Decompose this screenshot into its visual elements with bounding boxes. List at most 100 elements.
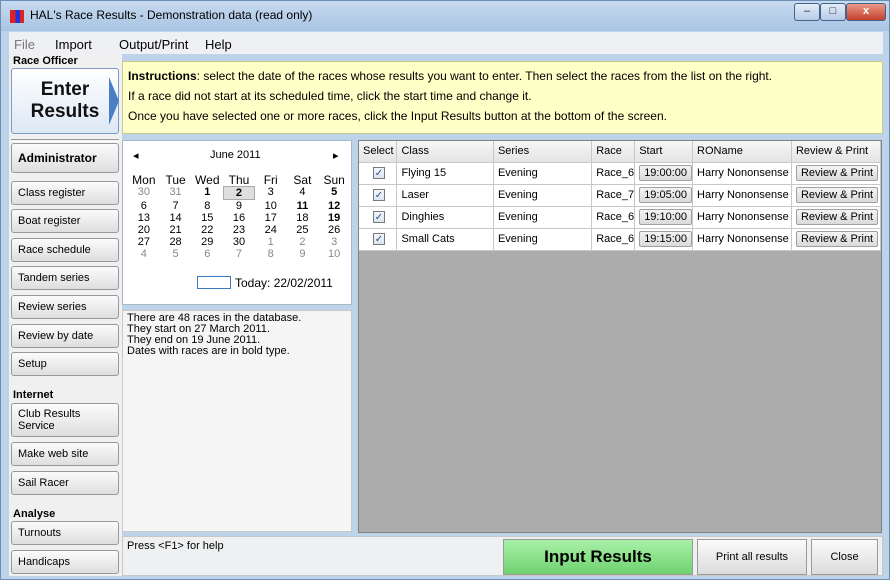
calendar-day[interactable]: 20 [128,224,160,236]
calendar-day[interactable]: 8 [191,200,223,212]
review-print-button[interactable]: Review & Print [795,231,879,247]
today-label[interactable]: Today: 22/02/2011 [235,276,333,290]
maximize-button[interactable]: □ [820,3,846,21]
class-cell: Dinghies [396,206,494,229]
col-select[interactable]: Select [359,141,398,163]
calendar-day[interactable]: 10 [255,200,287,212]
table-row[interactable]: ✓ Small Cats Evening Race_6 19:15:00 Har… [359,228,882,251]
calendar-day[interactable]: 13 [128,212,160,224]
boat-register-button[interactable]: Boat register [11,209,119,233]
calendar-day-selected[interactable]: 2 [223,186,255,200]
next-month-icon[interactable]: ▸ [333,149,339,162]
sail-racer-button[interactable]: Sail Racer [11,471,119,495]
review-series-button[interactable]: Review series [11,295,119,319]
start-time-button[interactable]: 19:15:00 [639,231,693,247]
calendar-day[interactable]: 31 [160,186,192,200]
menu-import[interactable]: Import [55,37,92,52]
calendar-day[interactable]: 8 [255,248,287,260]
calendar-day[interactable]: 22 [191,224,223,236]
weekday-label: Thu [228,173,250,187]
race-schedule-button[interactable]: Race schedule [11,238,119,262]
col-start[interactable]: Start [634,141,694,163]
month-calendar[interactable]: ◂ June 2011 ▸ Mon Tue Wed Thu Fri Sat Su… [122,140,352,305]
minimize-button[interactable]: – [794,3,820,21]
help-hint: Press <F1> for help [127,540,224,552]
calendar-day[interactable]: 16 [223,212,255,224]
calendar-day[interactable]: 10 [318,248,350,260]
calendar-day[interactable]: 23 [223,224,255,236]
menu-file[interactable]: File [14,37,35,52]
calendar-day[interactable]: 4 [128,248,160,260]
select-checkbox[interactable]: ✓ [373,189,385,201]
start-time-button[interactable]: 19:00:00 [639,165,693,181]
calendar-day[interactable]: 27 [128,236,160,248]
review-print-button[interactable]: Review & Print [795,209,879,225]
handicaps-button[interactable]: Handicaps [11,550,119,574]
turnouts-button[interactable]: Turnouts [11,521,119,545]
calendar-day[interactable]: 11 [287,200,319,212]
race-cell: Race_7 [591,184,636,207]
prev-month-icon[interactable]: ◂ [133,149,139,162]
calendar-day[interactable]: 14 [160,212,192,224]
calendar-day[interactable]: 6 [128,200,160,212]
tandem-series-button[interactable]: Tandem series [11,266,119,290]
calendar-day[interactable]: 9 [287,248,319,260]
table-row[interactable]: ✓ Flying 15 Evening Race_6 19:00:00 Harr… [359,162,882,185]
calendar-day[interactable]: 1 [255,236,287,248]
select-checkbox[interactable]: ✓ [373,167,385,179]
calendar-day[interactable]: 12 [318,200,350,212]
calendar-day[interactable]: 19 [318,212,350,224]
enter-results-button[interactable]: Enter Results [11,68,119,134]
close-window-button[interactable]: x [846,3,886,21]
info-line: Dates with races are in bold type. [127,345,290,357]
calendar-day[interactable]: 2 [287,236,319,248]
review-by-date-button[interactable]: Review by date [11,324,119,348]
calendar-day[interactable]: 5 [318,186,350,200]
start-time-button[interactable]: 19:05:00 [639,187,693,203]
calendar-day[interactable]: 5 [160,248,192,260]
table-row[interactable]: ✓ Dinghies Evening Race_6 19:10:00 Harry… [359,206,882,229]
menu-help[interactable]: Help [205,37,232,52]
review-print-button[interactable]: Review & Print [795,187,879,203]
calendar-day[interactable]: 3 [255,186,287,200]
col-series[interactable]: Series [493,141,593,163]
review-print-button[interactable]: Review & Print [795,165,879,181]
weekday-label: Sat [293,173,312,187]
administrator-button[interactable]: Administrator [11,143,119,173]
calendar-day[interactable]: 26 [318,224,350,236]
calendar-day[interactable]: 7 [160,200,192,212]
calendar-day[interactable]: 30 [223,236,255,248]
calendar-day[interactable]: 25 [287,224,319,236]
calendar-day[interactable]: 15 [191,212,223,224]
calendar-day[interactable]: 18 [287,212,319,224]
calendar-day[interactable]: 3 [318,236,350,248]
instructions-line-2: If a race did not start at its scheduled… [128,89,532,103]
calendar-day[interactable]: 1 [191,186,223,200]
select-checkbox[interactable]: ✓ [373,211,385,223]
setup-button[interactable]: Setup [11,352,119,376]
print-all-results-button[interactable]: Print all results [697,539,807,575]
select-checkbox[interactable]: ✓ [373,233,385,245]
menu-output-print[interactable]: Output/Print [119,37,188,52]
col-review-print[interactable]: Review & Print [791,141,882,163]
calendar-day[interactable]: 17 [255,212,287,224]
calendar-day[interactable]: 4 [287,186,319,200]
calendar-day[interactable]: 24 [255,224,287,236]
make-web-site-button[interactable]: Make web site [11,442,119,466]
col-class[interactable]: Class [396,141,494,163]
start-time-button[interactable]: 19:10:00 [639,209,693,225]
table-row[interactable]: ✓ Laser Evening Race_7 19:05:00 Harry No… [359,184,882,207]
calendar-day[interactable]: 9 [223,200,255,212]
calendar-day[interactable]: 30 [128,186,160,200]
calendar-day[interactable]: 29 [191,236,223,248]
calendar-day[interactable]: 6 [191,248,223,260]
club-results-service-button[interactable]: Club Results Service [11,403,119,437]
col-roname[interactable]: ROName [692,141,792,163]
calendar-day[interactable]: 7 [223,248,255,260]
col-race[interactable]: Race [591,141,636,163]
close-button[interactable]: Close [811,539,878,575]
calendar-day[interactable]: 21 [160,224,192,236]
calendar-day[interactable]: 28 [160,236,192,248]
input-results-button[interactable]: Input Results [503,539,693,575]
class-register-button[interactable]: Class register [11,181,119,205]
